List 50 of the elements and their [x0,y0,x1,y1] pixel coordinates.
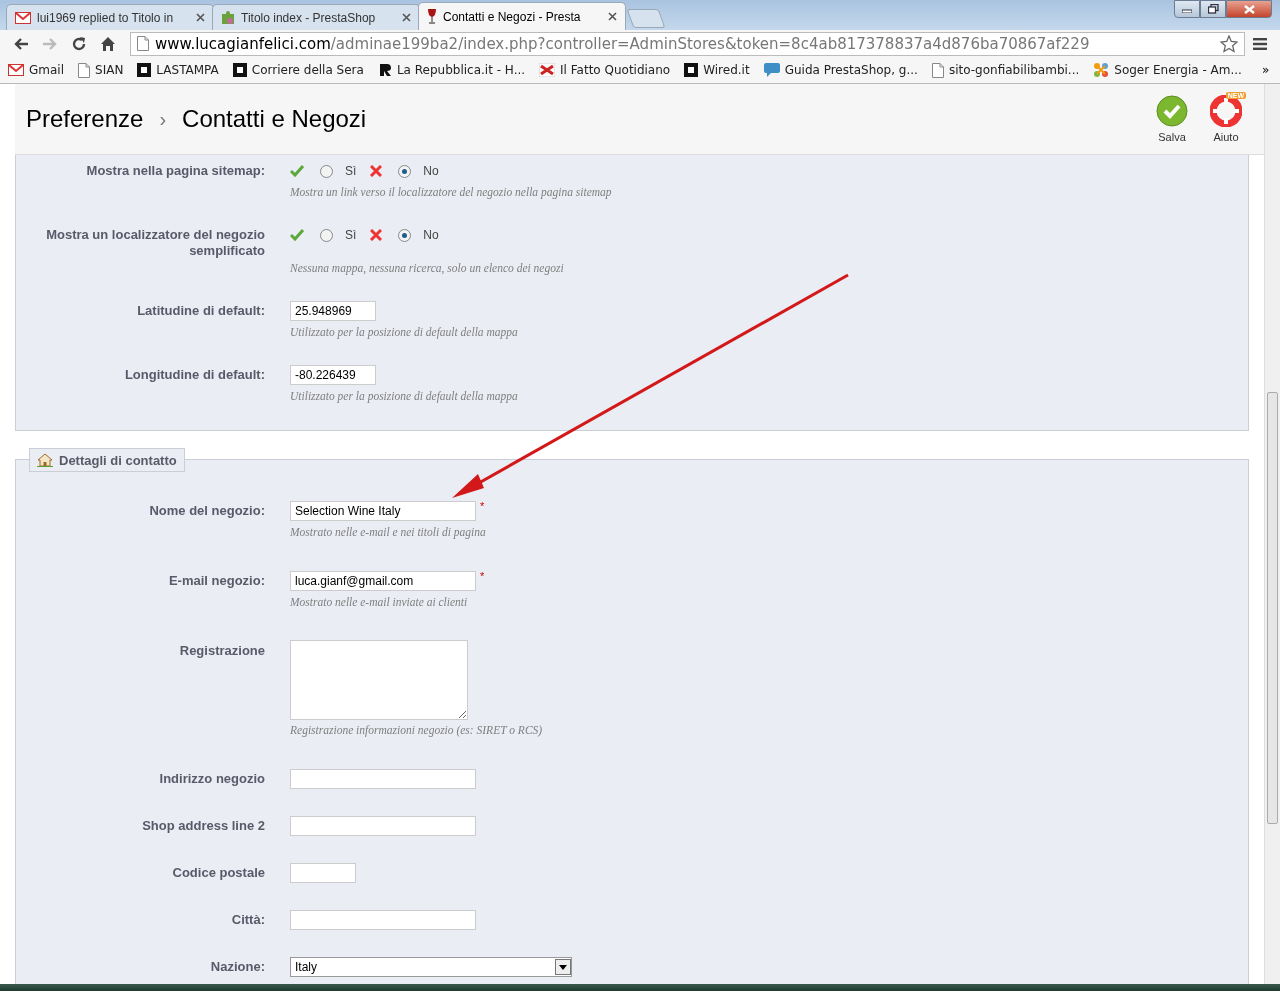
text-field[interactable]: -80.226439 [290,365,376,385]
field-label: Latitudine di default: [136,302,265,320]
field-label: Longitudine di default: [123,366,265,384]
browser-tab[interactable]: Contatti e Negozi - Presta [418,2,626,30]
country-dropdown[interactable]: Italy [290,957,572,977]
field-label: Città: [230,911,265,929]
browser-tab[interactable]: lui1969 replied to Titolo in [6,4,214,30]
bookmark[interactable]: Gmail [8,63,64,77]
radio-label: Sì [345,164,357,178]
text-field[interactable]: 25.948969 [290,301,376,321]
field-hint: Mostrato nelle e-mail inviate ai clienti [290,596,469,608]
bookmark[interactable]: LASTAMPA [137,63,219,77]
bookmark[interactable]: Soger Energia - Am... [1093,62,1242,78]
bookmark[interactable]: Corriere della Sera [232,63,364,77]
bookmark[interactable]: sito-gonfiabilibambi... [931,62,1080,78]
text-field[interactable]: luca.gianf@gmail.com [290,571,476,591]
page-title: Contatti e Negozi [182,105,367,133]
radio-label: Sì [345,228,357,242]
field-label: Indirizzo negozio [158,770,265,788]
field-label: E-mail negozio: [167,572,265,590]
field-hint: Registrazione informazioni negozio (es: SIRET o RCS) [290,724,544,736]
bookmark[interactable]: Wired.it [684,63,750,77]
field-label: Codice postale [171,864,265,882]
radio-label: No [423,164,439,178]
required-mark: * [480,500,485,512]
bookmark[interactable]: Il Fatto Quotidiano [539,63,671,77]
address-bar[interactable]: www.lucagianfelici.com/adminae199ba2/index.php?controller=AdminStores&token=8c4ab817378837a4d876ba70867af229 [130,31,1245,56]
required-mark: * [480,570,485,582]
field-hint: Mostra un link verso il localizzatore del negozio nella pagina sitemap [290,186,613,198]
field-label: Nome del negozio: [148,502,265,520]
radio-label: No [423,228,439,242]
field-hint: Utilizzato per la posizione di default della mappa [290,390,519,402]
bookmark[interactable]: La Repubblica.it - H... [377,63,526,77]
field-label: Shop address line 2 [141,817,265,835]
field-hint: Nessuna mappa, nessuna ricerca, solo un elenco dei negozi [290,262,565,274]
field-label: Nazione: [209,958,265,976]
text-field[interactable]: Selection Wine Italy [290,501,476,521]
bookmark[interactable]: SIAN [78,62,124,78]
field-label: Mostra nella pagina sitemap: [85,162,265,180]
bookmarks-overflow-button[interactable]: » [1255,62,1276,78]
field-hint: Mostrato nelle e-mail e nei titoli di pagina [290,526,487,538]
bookmark[interactable]: Guida PrestaShop, g... [763,63,918,77]
section-legend: Dettagli di contatto [29,448,185,472]
save-button[interactable]: Salva [1156,95,1188,143]
field-label: Registrazione [178,642,265,660]
breadcrumb-link[interactable]: Preferenze [26,105,144,133]
field-label: Mostra un localizzatore del negozio semplificato [45,226,265,260]
breadcrumb-separator: › [159,107,167,131]
field-hint: Utilizzato per la posizione di default della mappa [290,326,519,338]
browser-tab[interactable]: Titolo index - PrestaShop [212,4,420,30]
